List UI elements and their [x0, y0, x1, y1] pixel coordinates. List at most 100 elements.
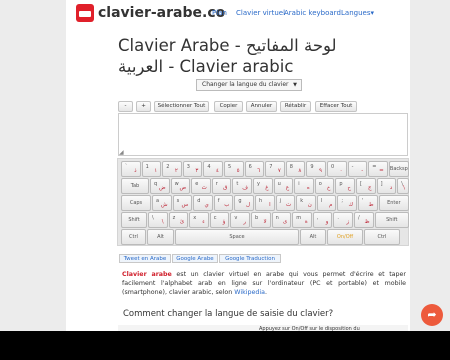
key-r1-2-arabic: ٢: [174, 168, 178, 174]
key-r2-4[interactable]: rق: [211, 178, 232, 194]
key-r1-2[interactable]: 2٢: [162, 161, 182, 177]
key-r1-0[interactable]: ` ذ: [121, 161, 141, 177]
key-r4-4[interactable]: cؤ: [209, 212, 230, 228]
key-r2-12[interactable]: ] د: [376, 178, 397, 194]
key-r5-2-space[interactable]: Space: [175, 229, 299, 245]
key-r2-1[interactable]: qض: [150, 178, 170, 194]
key-r1-5-latin: 5: [228, 164, 232, 170]
nav-langues[interactable]: Langues▾: [341, 9, 374, 17]
key-r1-4-latin: 4: [207, 164, 211, 170]
virtual-keyboard: ` ذ 1 ١ 2 ٢ 3 ٣ 4 ٤ 5 ٥ 6 ٦ 7 ٧ 8 ٨ 9 ٩ 0 ٠- - = = Backsp Tab q ض w ص e…: [117, 158, 409, 246]
key-r4-1-arabic: \: [161, 219, 164, 225]
key-r2-8[interactable]: iه: [294, 178, 314, 194]
key-r4-10[interactable]: .ز: [333, 212, 353, 228]
key-r3-8[interactable]: kن: [296, 195, 316, 211]
key-r4-5[interactable]: vر: [230, 212, 250, 228]
key-r3-4[interactable]: fب: [213, 195, 234, 211]
key-r5-5-ctrl[interactable]: Ctrl: [364, 229, 400, 245]
key-r1-6[interactable]: 6٦: [244, 161, 265, 177]
keyboard-logo-icon[interactable]: [76, 4, 94, 22]
font-larger-button[interactable]: +: [136, 101, 151, 112]
key-r4-7[interactable]: nى: [271, 212, 292, 228]
key-r2-5[interactable]: tف: [232, 178, 252, 194]
site-name[interactable]: clavier-arabe.co: [98, 5, 225, 21]
key-r1-11[interactable]: --: [347, 161, 368, 177]
clear-all-button[interactable]: Effacer Tout: [315, 101, 357, 112]
redo-button[interactable]: Rétablir: [280, 101, 311, 112]
text-area[interactable]: [118, 113, 408, 156]
key-r3-12-enter[interactable]: Enter: [378, 195, 409, 211]
key-r3-9-latin: l: [320, 198, 323, 204]
nav-plan[interactable]: Plan: [212, 9, 227, 17]
key-r4-3-latin: x: [193, 215, 197, 221]
key-r3-9[interactable]: lم: [316, 195, 337, 211]
key-r2-2[interactable]: wص: [170, 178, 191, 194]
key-r4-3[interactable]: xء: [189, 212, 209, 228]
google-translate-button[interactable]: Google Traduction: [219, 254, 281, 263]
select-all-button[interactable]: Sélectionner Tout: [154, 101, 209, 112]
key-r1-3[interactable]: 3٣: [182, 161, 203, 177]
key-r5-1-alt-label: Alt: [157, 234, 164, 240]
key-r3-7[interactable]: jت: [275, 195, 296, 211]
key-r5-0-ctrl[interactable]: Ctrl: [121, 229, 146, 245]
key-r2-3[interactable]: eث: [191, 178, 211, 194]
key-r4-9[interactable]: ,و: [312, 212, 333, 228]
key-r5-3-alt[interactable]: Alt: [300, 229, 326, 245]
key-r1-5[interactable]: 5٥: [224, 161, 244, 177]
share-icon[interactable]: ➦: [421, 304, 443, 326]
key-r1-10[interactable]: 0٠: [327, 161, 347, 177]
key-r3-1[interactable]: aش: [152, 195, 172, 211]
key-r2-11[interactable]: [ج: [356, 178, 376, 194]
key-r2-11-arabic: ج: [368, 185, 372, 191]
key-r3-3[interactable]: dي: [193, 195, 213, 211]
key-r4-6-latin: b: [255, 215, 259, 221]
key-r2-3-arabic: ث: [201, 185, 207, 191]
key-r3-2[interactable]: sس: [172, 195, 193, 211]
wikipedia-link[interactable]: Wikipedia: [234, 289, 265, 296]
key-r3-5-arabic: ل: [245, 202, 250, 208]
key-r1-13-backsp[interactable]: Backsp: [388, 161, 409, 177]
key-r4-1[interactable]: \ \: [148, 212, 168, 228]
key-r3-5[interactable]: gل: [234, 195, 254, 211]
undo-button[interactable]: Annuler: [246, 101, 277, 112]
key-r2-6[interactable]: yغ: [253, 178, 273, 194]
key-r3-0-caps[interactable]: Caps: [121, 195, 151, 211]
key-r3-10[interactable]: ; ك: [337, 195, 357, 211]
key-r2-13[interactable]: \ \: [397, 178, 409, 194]
key-r1-3-latin: 3: [186, 164, 190, 170]
language-select[interactable]: Changer la langue du clavier ▼: [196, 79, 302, 91]
key-r1-7[interactable]: 7٧: [265, 161, 285, 177]
nav-clavier-virtuel[interactable]: Clavier virtuel: [236, 9, 285, 17]
key-r2-10[interactable]: pح: [335, 178, 355, 194]
font-smaller-button[interactable]: -: [118, 101, 133, 112]
google-arabic-button[interactable]: Google Arabe: [172, 254, 218, 263]
key-r3-11[interactable]: ' ط: [358, 195, 378, 211]
key-r4-3-arabic: ء: [202, 219, 205, 225]
key-r1-9[interactable]: 9٩: [306, 161, 326, 177]
key-r2-9[interactable]: oخ: [314, 178, 335, 194]
key-r1-8[interactable]: 8٨: [285, 161, 306, 177]
key-r1-1[interactable]: 1١: [141, 161, 162, 177]
tweet-arabic-button[interactable]: Tweet en Arabe: [119, 254, 171, 263]
key-r1-4[interactable]: 4٤: [203, 161, 223, 177]
key-r1-0-latin: `: [125, 164, 128, 170]
key-r1-4-arabic: ٤: [216, 168, 219, 174]
key-r3-12-enter-label: Enter: [387, 200, 401, 206]
key-r4-12-shift[interactable]: Shift: [374, 212, 409, 228]
key-r2-7[interactable]: uع: [273, 178, 294, 194]
copy-button[interactable]: Copier: [214, 101, 243, 112]
key-r2-1-arabic: ض: [158, 185, 166, 191]
key-r2-0-tab[interactable]: Tab: [121, 178, 149, 194]
key-r3-6[interactable]: hا: [255, 195, 275, 211]
key-r1-12[interactable]: = =: [368, 161, 388, 177]
nav-arabic-keyboard[interactable]: Arabic keyboard: [284, 9, 341, 17]
key-r4-8[interactable]: mة: [292, 212, 312, 228]
key-r4-0-shift[interactable]: Shift: [121, 212, 147, 228]
key-r1-5-arabic: ٥: [236, 168, 240, 174]
resize-handle-icon[interactable]: ◢: [119, 149, 124, 156]
key-r4-6[interactable]: b لا: [251, 212, 271, 228]
key-r5-4-onoff[interactable]: On/Off: [327, 229, 363, 245]
key-r4-11[interactable]: / ظ: [354, 212, 374, 228]
key-r4-2[interactable]: zئ: [168, 212, 189, 228]
key-r5-1-alt[interactable]: Alt: [147, 229, 174, 245]
